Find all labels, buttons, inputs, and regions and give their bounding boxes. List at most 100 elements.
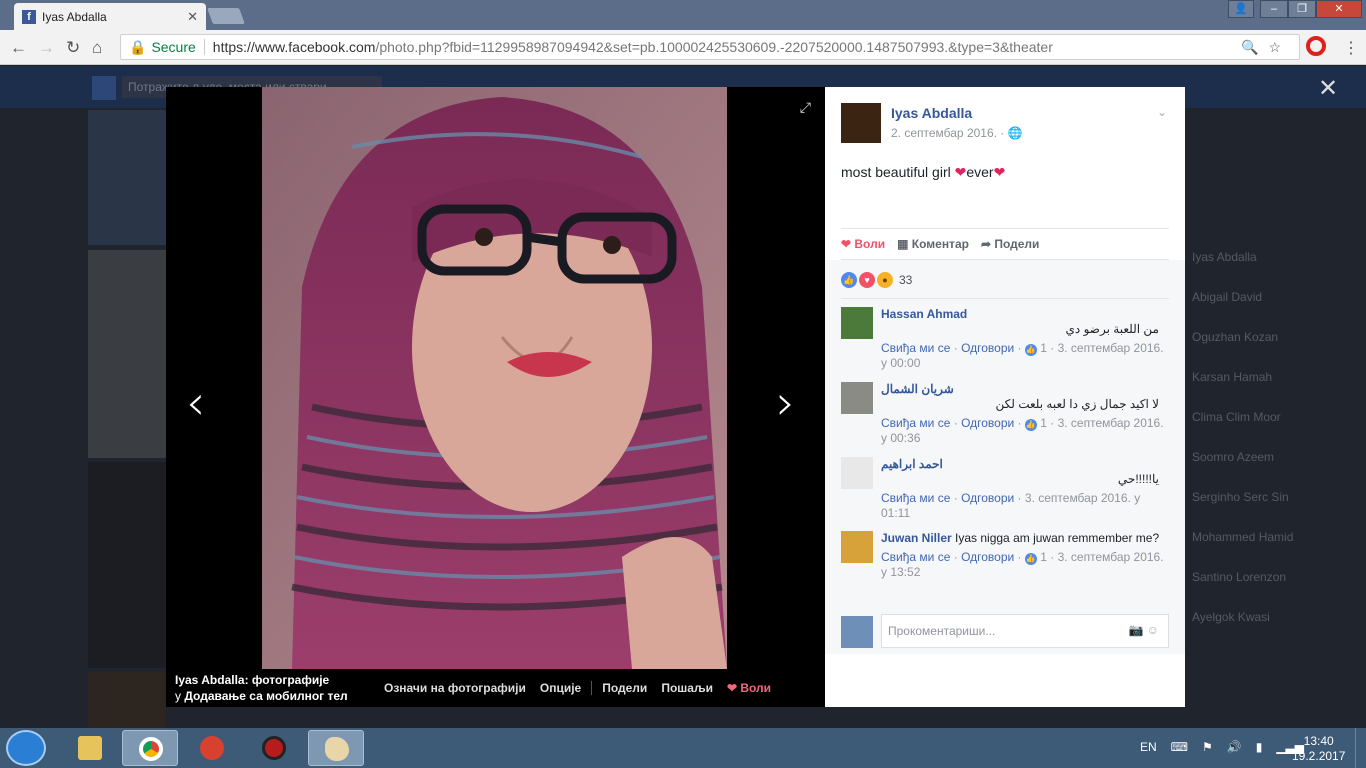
reactions-summary[interactable]: 👍 ♥ ● 33 — [841, 272, 912, 288]
taskbar-explorer[interactable] — [62, 730, 118, 766]
send-button[interactable]: Пошаљи — [661, 681, 713, 695]
close-window-button[interactable]: ✕ — [1316, 0, 1362, 18]
album-title[interactable]: Iyas Abdalla: фотографије — [175, 673, 329, 687]
back-icon[interactable]: ← — [10, 38, 27, 58]
comment-button[interactable]: ▦ Коментар — [897, 237, 969, 251]
author-name[interactable]: Iyas Abdalla — [891, 105, 972, 121]
reaction-count: 33 — [899, 273, 913, 287]
love-reaction-icon: ♥ — [859, 272, 875, 288]
chat-contact[interactable]: Mohammed Hamid — [1184, 530, 1344, 570]
comment-like-link[interactable]: Свиђа ми се — [881, 416, 950, 430]
opera-extension-icon[interactable] — [1306, 36, 1326, 56]
like-button[interactable]: ❤ Воли — [841, 237, 885, 251]
browser-tab[interactable]: f Iyas Abdalla ✕ — [14, 3, 206, 30]
next-photo-icon[interactable]: › — [776, 375, 795, 431]
chat-contact[interactable]: Santino Lorenzon — [1184, 570, 1344, 610]
post-text: most beautiful girl ❤ever❤ — [841, 164, 1005, 181]
heart-emoji-icon: ❤ — [954, 164, 967, 180]
comment-like-link[interactable]: Свиђа ми се — [881, 550, 950, 564]
options-button[interactable]: Опције — [540, 681, 581, 695]
comment-reply-link[interactable]: Одговори — [961, 550, 1014, 564]
write-comment: Прокоментариши... 📷 ☺ — [841, 614, 1169, 648]
keyboard-icon[interactable]: ⌨ — [1171, 740, 1188, 754]
like-label: Воли — [854, 237, 886, 251]
maximize-button[interactable]: ❐ — [1288, 0, 1316, 18]
chat-contact[interactable]: Clima Clim Moor — [1184, 410, 1344, 450]
language-indicator[interactable]: EN — [1140, 740, 1157, 754]
battery-icon[interactable]: ▮ — [1256, 740, 1263, 754]
wow-reaction-icon: ● — [877, 272, 893, 288]
action-center-flag-icon[interactable]: ⚑ — [1202, 740, 1213, 754]
commenter-avatar[interactable] — [841, 382, 873, 414]
system-clock[interactable]: 13:40 19.2.2017 — [1292, 734, 1345, 764]
photo-image[interactable] — [262, 87, 727, 669]
album-link[interactable]: Додавање са мобилног тел — [184, 689, 347, 703]
close-theater-icon[interactable]: ✕ — [1318, 74, 1338, 103]
taskbar-paint[interactable] — [308, 730, 364, 766]
taskbar-ccleaner[interactable] — [184, 730, 240, 766]
comment-icon: ▦ — [897, 237, 912, 251]
photo-info-panel: Iyas Abdalla 2. септембар 2016. · 🌐 ⌄ mo… — [825, 87, 1185, 707]
photo-actions: Означи на фотографији Опције Подели Поша… — [384, 681, 771, 695]
taskbar-chrome[interactable] — [122, 730, 178, 766]
facebook-favicon-icon: f — [22, 9, 36, 24]
post-date[interactable]: 2. септембар 2016. · 🌐 — [891, 126, 1023, 140]
volume-icon[interactable]: 🔊 — [1227, 740, 1242, 754]
camera-emoji-icons[interactable]: 📷 ☺ — [1128, 623, 1159, 637]
chat-contact[interactable]: Serginho Serc Sin — [1184, 490, 1344, 530]
secure-label: Secure — [151, 39, 196, 55]
album-prefix: у — [175, 689, 181, 703]
comment-reply-link[interactable]: Одговори — [961, 416, 1014, 430]
show-desktop-button[interactable] — [1355, 728, 1366, 768]
comment-like-link[interactable]: Свиђа ми се — [881, 491, 950, 505]
commenter-avatar[interactable] — [841, 531, 873, 563]
like-reaction-icon: 👍 — [1024, 419, 1037, 431]
background-photo — [88, 110, 166, 245]
reload-icon[interactable]: ↻ — [66, 38, 80, 58]
tag-photo-button[interactable]: Означи на фотографији — [384, 681, 526, 695]
share-icon: ➦ — [980, 237, 995, 251]
new-tab-button[interactable] — [207, 8, 245, 24]
commenter-name[interactable]: Juwan Niller — [881, 531, 952, 545]
commenter-name[interactable]: Hassan Ahmad — [881, 307, 1171, 322]
commenter-name[interactable]: شريان الشمال — [881, 382, 1171, 397]
user-avatar — [841, 616, 873, 648]
zoom-star-icons[interactable]: 🔍☆ — [1241, 39, 1291, 56]
start-button[interactable] — [6, 730, 46, 766]
chat-contact[interactable]: Oguzhan Kozan — [1184, 330, 1344, 370]
like-reaction-icon: 👍 — [841, 272, 857, 288]
chat-contact[interactable]: Iyas Abdalla — [1184, 250, 1344, 290]
chevron-down-icon[interactable]: ⌄ — [1157, 105, 1167, 119]
comment-reply-link[interactable]: Одговори — [961, 491, 1014, 505]
commenter-avatar[interactable] — [841, 457, 873, 489]
globe-icon: 🌐 — [1007, 126, 1023, 140]
comment-like-count: 1 — [1040, 416, 1047, 430]
fullscreen-icon[interactable]: ⤢ — [800, 99, 811, 116]
minimize-button[interactable]: ‒ — [1260, 0, 1288, 18]
comment-input[interactable]: Прокоментариши... — [881, 614, 1169, 648]
comment-reply-link[interactable]: Одговори — [961, 341, 1014, 355]
forward-icon[interactable]: → — [38, 38, 55, 58]
omnibox[interactable]: 🔒 Secure https://www.facebook.com/photo.… — [120, 34, 1300, 60]
chat-contact[interactable]: Karsan Hamah — [1184, 370, 1344, 410]
comment-like-link[interactable]: Свиђа ми се — [881, 341, 950, 355]
profile-icon[interactable]: 👤 — [1228, 0, 1254, 18]
share-button[interactable]: ➦ Подели — [981, 237, 1039, 251]
commenter-avatar[interactable] — [841, 307, 873, 339]
chat-contact[interactable]: Soomro Azeem — [1184, 450, 1344, 490]
previous-photo-icon[interactable]: ‹ — [186, 375, 205, 431]
chat-contact[interactable]: Ayelgok Kwasi — [1184, 610, 1344, 650]
like-button[interactable]: ❤ Воли — [727, 681, 771, 695]
taskbar-app[interactable] — [246, 730, 302, 766]
author-avatar[interactable] — [841, 103, 881, 143]
chat-contact[interactable]: Abigail David — [1184, 290, 1344, 330]
share-button[interactable]: Подели — [602, 681, 647, 695]
chrome-menu-icon[interactable]: ⋮ — [1343, 38, 1359, 58]
close-tab-icon[interactable]: ✕ — [187, 9, 198, 25]
comment-like-count: 1 — [1040, 550, 1047, 564]
commenter-name[interactable]: احمد ابراهيم — [881, 457, 1171, 472]
paint-palette-icon — [325, 737, 349, 761]
home-icon[interactable]: ⌂ — [92, 38, 102, 58]
heart-icon: ❤ — [726, 681, 741, 695]
like-label: Воли — [740, 681, 772, 695]
